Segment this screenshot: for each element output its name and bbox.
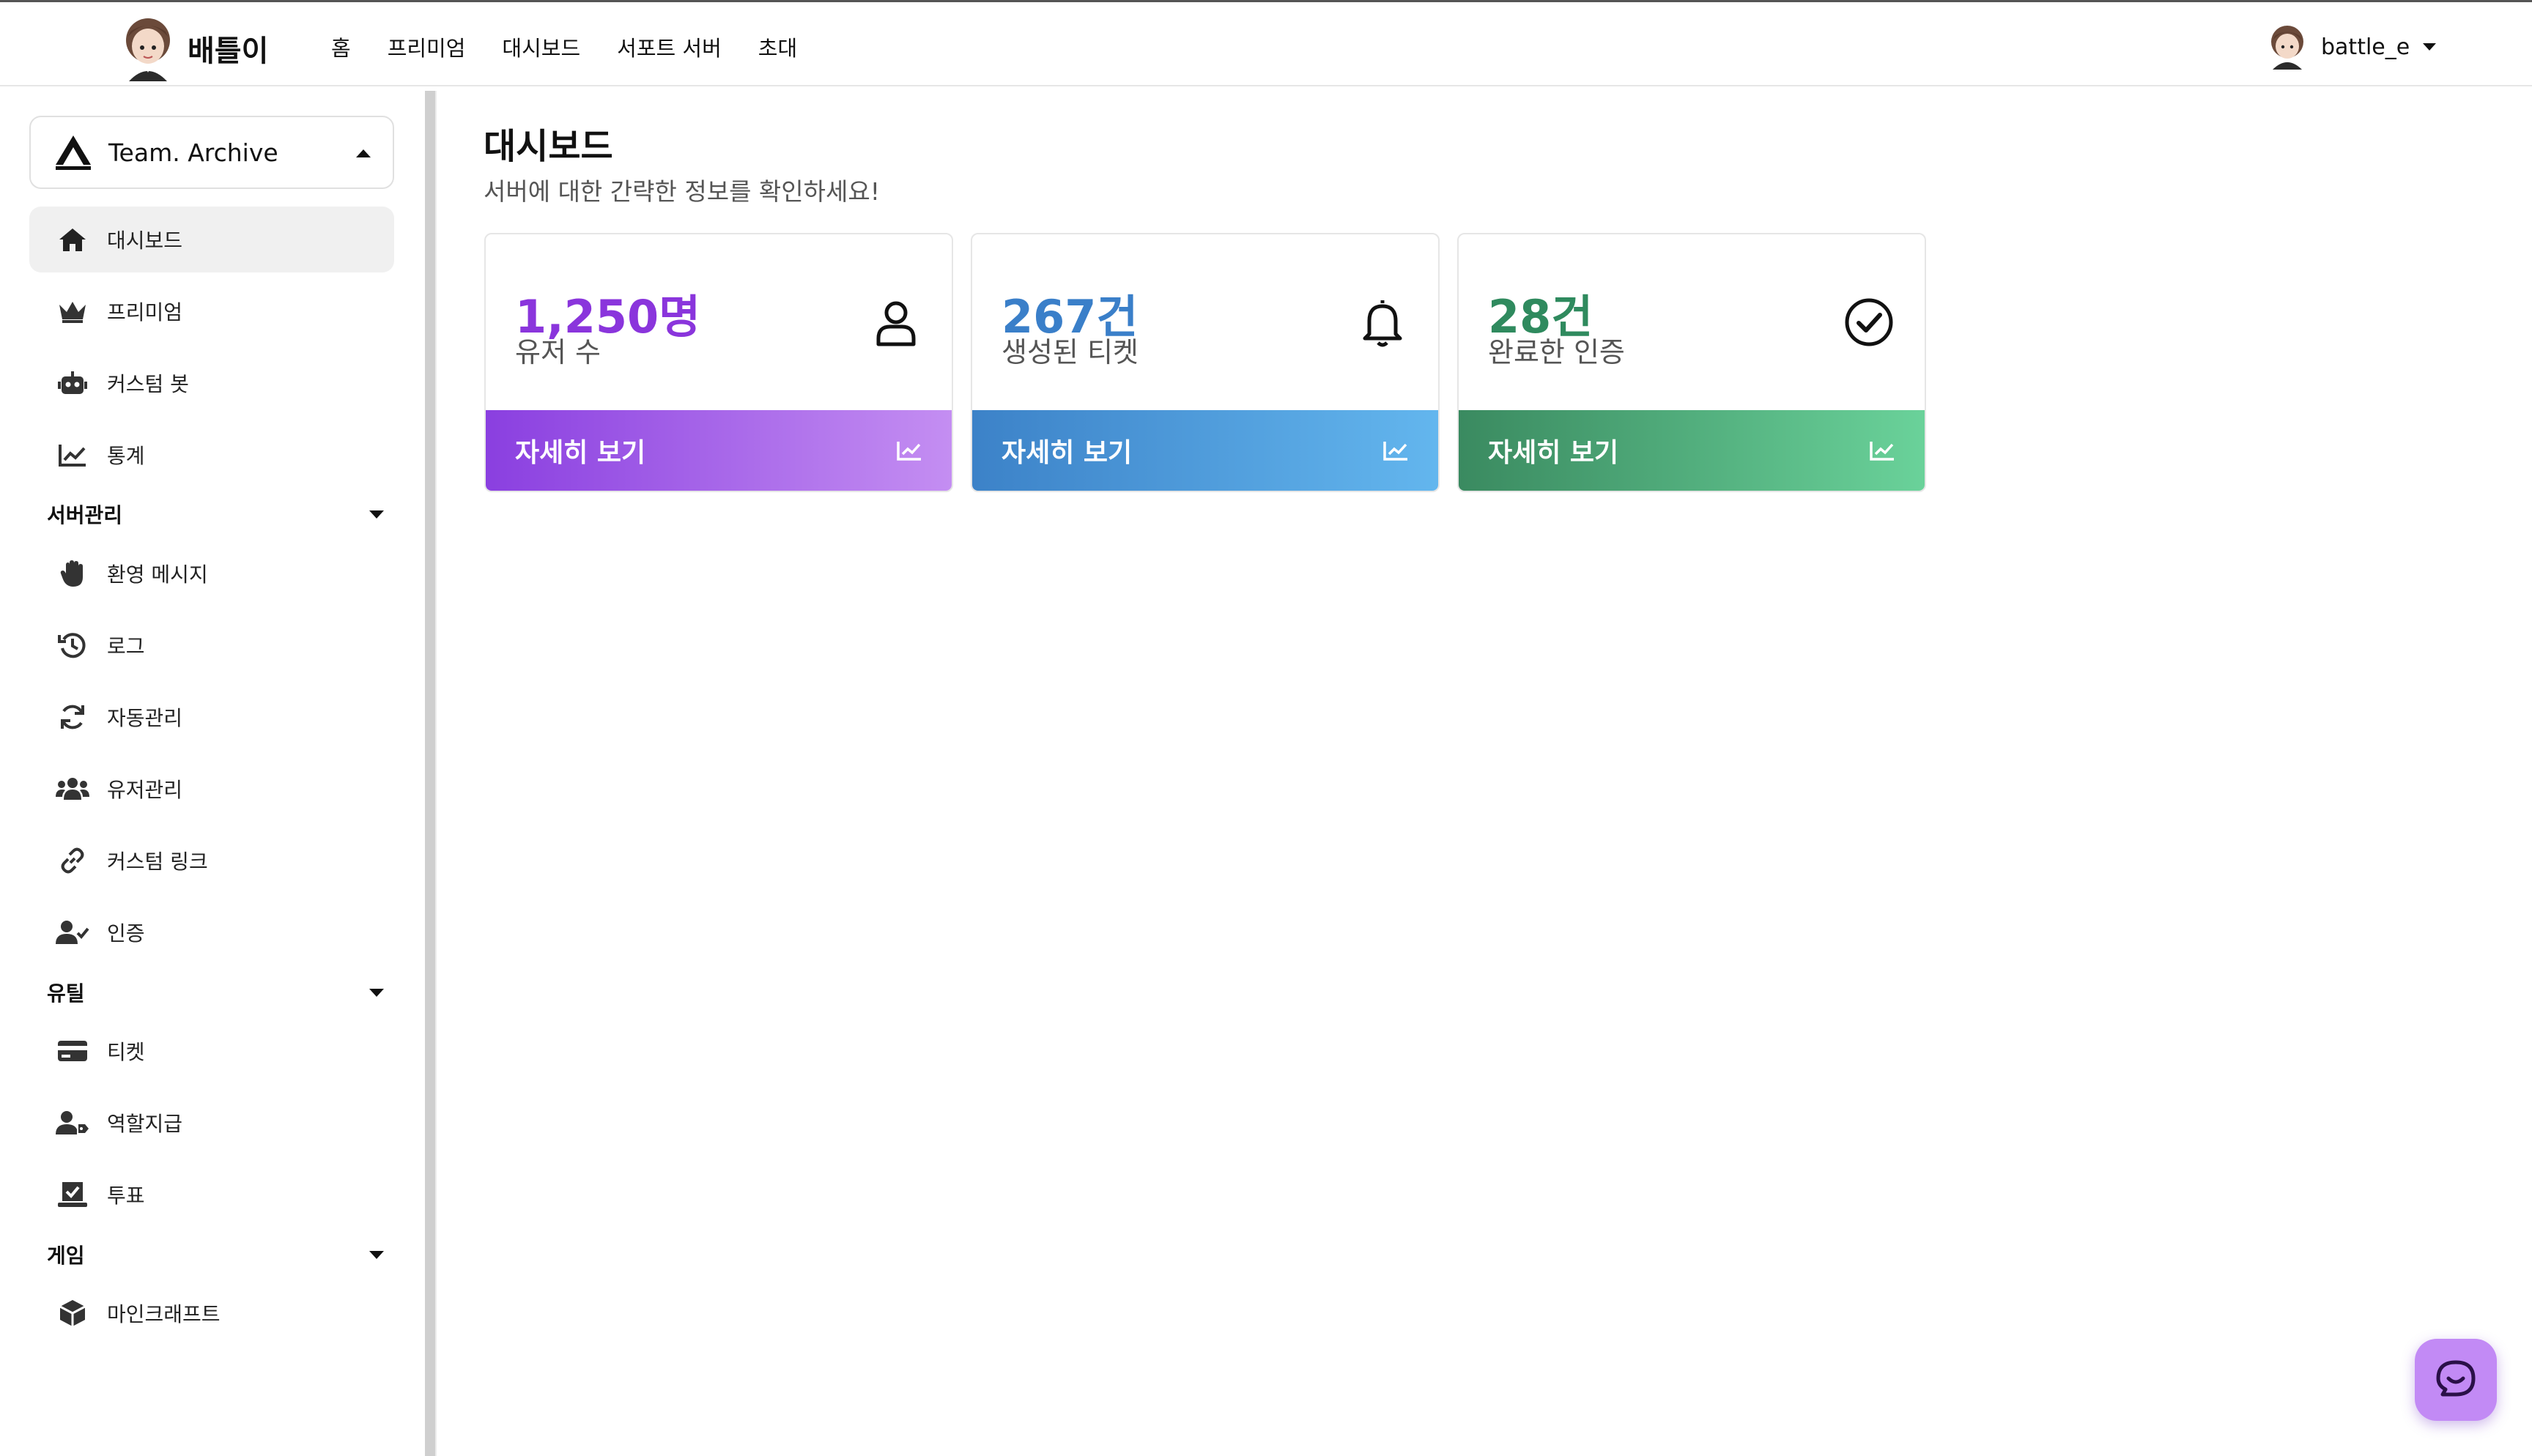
- user-name: battle_e: [2321, 34, 2410, 60]
- card-label: 완료한 인증: [1488, 336, 1625, 368]
- nav-support-server[interactable]: 서포트 서버: [617, 31, 722, 62]
- sidebar-item-dashboard[interactable]: 대시보드: [29, 207, 394, 272]
- card-label: 생성된 티켓: [1002, 336, 1139, 368]
- sidebar-item-stats[interactable]: 통계: [29, 422, 394, 488]
- brand[interactable]: 배틀이: [122, 15, 268, 81]
- sidebar-item-label: 대시보드: [107, 229, 183, 253]
- details-button[interactable]: 자세히 보기: [486, 410, 952, 491]
- stat-card-users: 1,250명 유저 수 자세히 보기: [484, 233, 953, 492]
- details-button-label: 자세히 보기: [515, 438, 646, 468]
- sidebar: Team. Archive 대시보드 프리미엄 커스텀 봇 통계 서버관리 환영…: [0, 88, 432, 1456]
- stat-card-tickets: 267건 생성된 티켓 자세히 보기: [971, 233, 1440, 492]
- robot-icon: [56, 366, 89, 400]
- chat-icon: [2436, 1360, 2476, 1397]
- sync-icon: [56, 700, 89, 734]
- user-menu[interactable]: battle_e: [2268, 24, 2437, 70]
- sidebar-item-label: 유저관리: [107, 778, 183, 802]
- sidebar-item-vote[interactable]: 투표: [29, 1162, 394, 1227]
- chevron-down-icon: [2423, 43, 2437, 51]
- home-icon: [56, 223, 89, 256]
- team-name: Team. Archive: [108, 138, 278, 167]
- user-avatar: [2271, 26, 2303, 70]
- sidebar-item-verification[interactable]: 인증: [29, 899, 394, 965]
- section-label: 게임: [47, 1244, 85, 1268]
- details-button-label: 자세히 보기: [1488, 438, 1619, 468]
- sidebar-item-label: 커스텀 봇: [107, 372, 189, 396]
- history-icon: [56, 628, 89, 662]
- main-nav: 홈 프리미엄 대시보드 서포트 서버 초대: [331, 31, 834, 62]
- chevron-down-icon: [369, 988, 384, 997]
- chevron-down-icon: [369, 1250, 384, 1259]
- sidebar-item-premium[interactable]: 프리미엄: [29, 278, 394, 344]
- sidebar-item-welcome-message[interactable]: 환영 메시지: [29, 541, 394, 606]
- details-button-label: 자세히 보기: [1002, 438, 1133, 468]
- sidebar-item-log[interactable]: 로그: [29, 612, 394, 678]
- sidebar-item-label: 마인크래프트: [107, 1302, 221, 1326]
- sidebar-item-role-grant[interactable]: 역할지급: [29, 1090, 394, 1156]
- card-label: 유저 수: [515, 336, 601, 368]
- details-button[interactable]: 자세히 보기: [972, 410, 1438, 491]
- sidebar-item-label: 역할지급: [107, 1112, 183, 1136]
- sidebar-item-custom-bot[interactable]: 커스텀 봇: [29, 350, 394, 416]
- section-game[interactable]: 게임: [47, 1236, 384, 1273]
- stat-card-verifications: 28건 완료한 인증 자세히 보기: [1457, 233, 1926, 492]
- hand-icon: [56, 557, 89, 590]
- vote-icon: [56, 1178, 89, 1211]
- section-server-management[interactable]: 서버관리: [47, 496, 384, 532]
- section-utility[interactable]: 유틸: [47, 974, 384, 1011]
- section-label: 서버관리: [47, 503, 123, 527]
- sidebar-item-label: 투표: [107, 1184, 145, 1208]
- users-icon: [56, 772, 89, 806]
- nav-dashboard[interactable]: 대시보드: [502, 31, 580, 62]
- nav-premium[interactable]: 프리미엄: [388, 31, 466, 62]
- sidebar-item-label: 로그: [107, 634, 145, 658]
- sidebar-item-label: 인증: [107, 921, 145, 946]
- chart-line-icon: [1870, 442, 1894, 461]
- sidebar-item-auto-management[interactable]: 자동관리: [29, 684, 394, 750]
- chevron-down-icon: [369, 510, 384, 519]
- sidebar-item-label: 커스텀 링크: [107, 850, 208, 874]
- link-icon: [56, 844, 89, 877]
- sidebar-item-custom-link[interactable]: 커스텀 링크: [29, 828, 394, 894]
- sidebar-item-label: 티켓: [107, 1040, 145, 1064]
- chart-line-icon: [1383, 442, 1407, 461]
- user-tag-icon: [56, 1106, 89, 1140]
- top-navbar: 배틀이 홈 프리미엄 대시보드 서포트 서버 초대 battle_e: [0, 0, 2532, 86]
- details-button[interactable]: 자세히 보기: [1459, 410, 1925, 491]
- sidebar-item-label: 자동관리: [107, 706, 183, 730]
- chart-line-icon: [56, 438, 89, 472]
- check-circle-icon: [1845, 298, 1893, 346]
- divider: [435, 91, 437, 1456]
- cube-icon: [56, 1296, 89, 1330]
- sidebar-item-ticket[interactable]: 티켓: [29, 1018, 394, 1084]
- brand-name: 배틀이: [188, 34, 269, 68]
- page-subtitle: 서버에 대한 간략한 정보를 확인하세요!: [484, 177, 880, 206]
- chart-line-icon: [897, 442, 921, 461]
- sidebar-scrollbar[interactable]: [425, 91, 435, 1456]
- team-selector[interactable]: Team. Archive: [29, 116, 394, 189]
- sidebar-item-label: 프리미엄: [107, 300, 183, 324]
- card-icon: [56, 1034, 89, 1068]
- page-title: 대시보드: [484, 126, 613, 167]
- sidebar-item-minecraft[interactable]: 마인크래프트: [29, 1280, 394, 1346]
- nav-home[interactable]: 홈: [331, 31, 351, 62]
- sidebar-item-user-management[interactable]: 유저관리: [29, 756, 394, 822]
- archive-logo-icon: [56, 135, 91, 170]
- section-label: 유틸: [47, 981, 85, 1006]
- brand-avatar: [126, 18, 170, 81]
- chat-button[interactable]: [2415, 1339, 2497, 1421]
- nav-invite[interactable]: 초대: [758, 31, 797, 62]
- user-check-icon: [56, 915, 89, 949]
- bell-icon: [1363, 300, 1402, 347]
- sidebar-item-label: 환영 메시지: [107, 562, 208, 587]
- chevron-up-icon: [356, 149, 371, 157]
- sidebar-item-label: 통계: [107, 444, 145, 468]
- crown-icon: [56, 294, 89, 328]
- user-icon: [876, 301, 916, 346]
